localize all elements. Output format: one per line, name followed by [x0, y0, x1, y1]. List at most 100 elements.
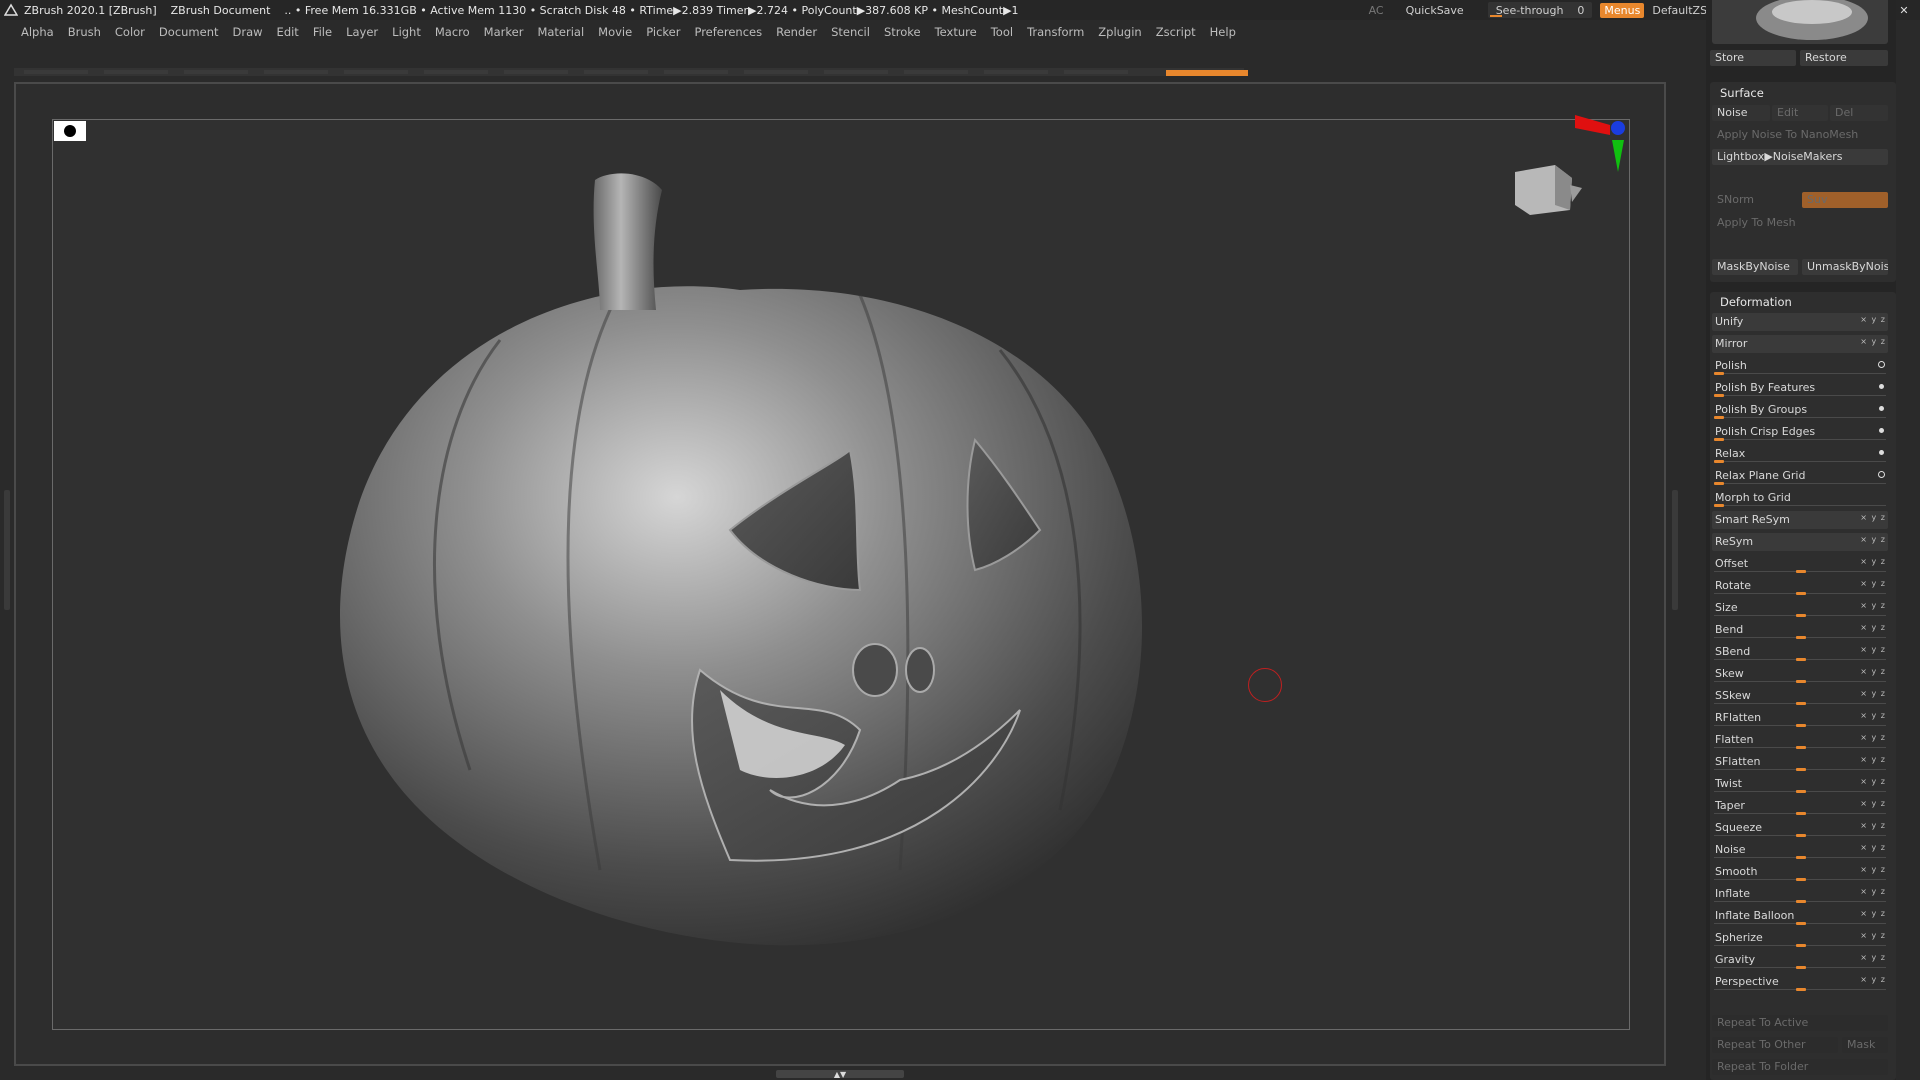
slider-knob[interactable]	[1796, 900, 1806, 903]
slider-knob[interactable]	[1714, 416, 1724, 419]
menu-alpha[interactable]: Alpha	[14, 25, 61, 39]
slider-knob[interactable]	[1714, 504, 1724, 507]
axis-toggle-icon[interactable]: × y z	[1860, 887, 1886, 896]
slider-knob[interactable]	[1796, 944, 1806, 947]
slider-sflatten[interactable]: SFlatten × y z	[1712, 753, 1888, 771]
slider-knob[interactable]	[1796, 636, 1806, 639]
slider-relax[interactable]: Relax	[1712, 445, 1888, 463]
mode-toggle-icon[interactable]	[1879, 406, 1884, 411]
mask-by-noise-button[interactable]: MaskByNoise	[1712, 259, 1798, 275]
pumpkin-model[interactable]	[300, 170, 1180, 970]
slider-knob[interactable]	[1714, 372, 1724, 375]
menu-stencil[interactable]: Stencil	[824, 25, 877, 39]
slider-bend[interactable]: Bend × y z	[1712, 621, 1888, 639]
slider-knob[interactable]	[1796, 680, 1806, 683]
x-axis-icon[interactable]	[1575, 115, 1610, 135]
menu-macro[interactable]: Macro	[428, 25, 477, 39]
slider-knob[interactable]	[1796, 812, 1806, 815]
slider-polish-crisp-edges[interactable]: Polish Crisp Edges	[1712, 423, 1888, 441]
slider-knob[interactable]	[1714, 482, 1724, 485]
y-axis-icon[interactable]	[1612, 140, 1624, 172]
mirror-button[interactable]: Mirror × y z	[1712, 335, 1888, 353]
slider-rotate[interactable]: Rotate × y z	[1712, 577, 1888, 595]
slider-skew[interactable]: Skew × y z	[1712, 665, 1888, 683]
axis-toggle-icon[interactable]: × y z	[1860, 953, 1886, 962]
slider-offset[interactable]: Offset × y z	[1712, 555, 1888, 573]
see-through-slider[interactable]: See-through 0	[1487, 2, 1593, 18]
slider-inflate[interactable]: Inflate × y z	[1712, 885, 1888, 903]
axis-toggle-icon[interactable]: × y z	[1860, 645, 1886, 654]
axis-toggle-icon[interactable]: × y z	[1860, 623, 1886, 632]
menu-transform[interactable]: Transform	[1020, 25, 1091, 39]
slider-size[interactable]: Size × y z	[1712, 599, 1888, 617]
slider-sbend[interactable]: SBend × y z	[1712, 643, 1888, 661]
axis-toggle-icon[interactable]: × y z	[1860, 557, 1886, 566]
menu-render[interactable]: Render	[769, 25, 824, 39]
slider-knob[interactable]	[1796, 702, 1806, 705]
axis-toggle-icon[interactable]: × y z	[1860, 535, 1886, 544]
slider-smooth[interactable]: Smooth × y z	[1712, 863, 1888, 881]
tool-thumbnail[interactable]	[1712, 0, 1888, 44]
slider-inflate-balloon[interactable]: Inflate Balloon × y z	[1712, 907, 1888, 925]
menu-zplugin[interactable]: Zplugin	[1091, 25, 1148, 39]
slider-knob[interactable]	[1796, 768, 1806, 771]
slider-relax-plane-grid[interactable]: Relax Plane Grid	[1712, 467, 1888, 485]
bottom-tray-handle[interactable]: ▲▼	[776, 1070, 904, 1079]
slider-knob[interactable]	[1796, 856, 1806, 859]
slider-noise[interactable]: Noise × y z	[1712, 841, 1888, 859]
slider-polish[interactable]: Polish	[1712, 357, 1888, 375]
repeat-to-other-button[interactable]: Repeat To Other	[1712, 1037, 1838, 1053]
slider-spherize[interactable]: Spherize × y z	[1712, 929, 1888, 947]
lightbox-noisemakers-button[interactable]: Lightbox▶NoiseMakers	[1712, 149, 1888, 165]
axis-toggle-icon[interactable]: × y z	[1860, 601, 1886, 610]
mode-toggle-icon[interactable]	[1879, 428, 1884, 433]
navigation-thumbnail[interactable]	[54, 121, 86, 141]
axis-toggle-icon[interactable]: × y z	[1860, 315, 1886, 324]
menu-light[interactable]: Light	[385, 25, 428, 39]
menu-zscript[interactable]: Zscript	[1149, 25, 1203, 39]
view-cube-icon[interactable]	[1515, 165, 1582, 215]
slider-knob[interactable]	[1714, 460, 1724, 463]
apply-noise-nanomesh-button[interactable]: Apply Noise To NanoMesh	[1712, 127, 1888, 143]
slider-knob[interactable]	[1796, 746, 1806, 749]
quicksave-button[interactable]: QuickSave	[1406, 4, 1464, 17]
menu-preferences[interactable]: Preferences	[687, 25, 769, 39]
menu-layer[interactable]: Layer	[339, 25, 385, 39]
axis-toggle-icon[interactable]: × y z	[1860, 821, 1886, 830]
slider-knob[interactable]	[1796, 922, 1806, 925]
slider-knob[interactable]	[1796, 658, 1806, 661]
edit-noise-button[interactable]: Edit	[1772, 105, 1828, 121]
unify-button[interactable]: Unify × y z	[1712, 313, 1888, 331]
slider-knob[interactable]	[1714, 394, 1724, 397]
slider-polish-by-features[interactable]: Polish By Features	[1712, 379, 1888, 397]
z-axis-icon[interactable]	[1611, 121, 1625, 135]
slider-knob[interactable]	[1796, 570, 1806, 573]
slider-knob[interactable]	[1796, 878, 1806, 881]
menu-file[interactable]: File	[306, 25, 339, 39]
resym-button[interactable]: ReSym × y z	[1712, 533, 1888, 551]
slider-knob[interactable]	[1796, 614, 1806, 617]
axis-toggle-icon[interactable]: × y z	[1860, 799, 1886, 808]
axis-toggle-icon[interactable]: × y z	[1860, 909, 1886, 918]
slider-knob[interactable]	[1796, 790, 1806, 793]
menu-texture[interactable]: Texture	[928, 25, 984, 39]
mode-toggle-icon[interactable]	[1878, 471, 1885, 478]
menu-tool[interactable]: Tool	[984, 25, 1020, 39]
apply-to-mesh-button[interactable]: Apply To Mesh	[1712, 215, 1888, 231]
slider-rflatten[interactable]: RFlatten × y z	[1712, 709, 1888, 727]
menu-help[interactable]: Help	[1203, 25, 1243, 39]
menu-color[interactable]: Color	[108, 25, 152, 39]
mode-toggle-icon[interactable]	[1879, 450, 1884, 455]
axis-toggle-icon[interactable]: × y z	[1860, 777, 1886, 786]
repeat-to-folder-button[interactable]: Repeat To Folder	[1712, 1059, 1888, 1075]
restore-button[interactable]: Restore	[1800, 50, 1888, 66]
axis-toggle-icon[interactable]: × y z	[1860, 755, 1886, 764]
slider-knob[interactable]	[1796, 592, 1806, 595]
slider-morph-to-grid[interactable]: Morph to Grid	[1712, 489, 1888, 507]
slider-sskew[interactable]: SSkew × y z	[1712, 687, 1888, 705]
smart-resym-button[interactable]: Smart ReSym × y z	[1712, 511, 1888, 529]
left-tray-handle[interactable]	[4, 490, 10, 610]
axis-toggle-icon[interactable]: × y z	[1860, 689, 1886, 698]
menu-document[interactable]: Document	[152, 25, 226, 39]
noise-button[interactable]: Noise	[1712, 105, 1770, 121]
